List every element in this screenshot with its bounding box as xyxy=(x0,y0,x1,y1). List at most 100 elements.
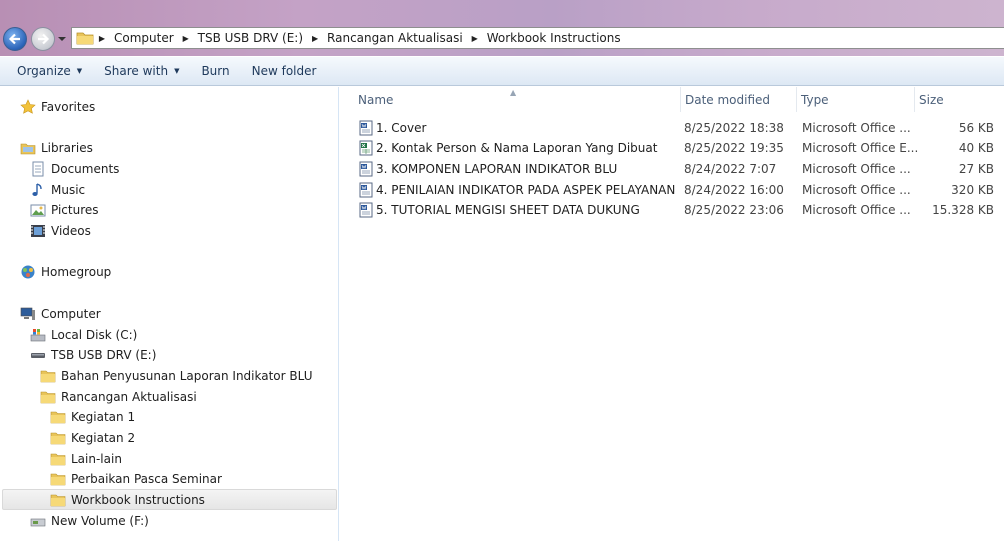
nav-pictures[interactable]: Pictures xyxy=(30,199,99,220)
file-size: 15.328 KB xyxy=(932,203,994,217)
nav-label: Kegiatan 1 xyxy=(71,409,136,424)
chevron-right-icon[interactable]: ▶ xyxy=(467,34,483,43)
nav-label: Music xyxy=(51,182,86,197)
file-name: 3. KOMPONEN LAPORAN INDIKATOR BLU xyxy=(376,162,618,176)
nav-folder-kegiatan-1[interactable]: Kegiatan 1 xyxy=(50,406,135,427)
file-row[interactable]: 2. Kontak Person & Nama Laporan Yang Dib… xyxy=(354,138,994,158)
folder-icon xyxy=(40,391,56,403)
burn-button[interactable]: Burn xyxy=(190,64,240,78)
folder-icon xyxy=(50,494,66,506)
file-size: 27 KB xyxy=(958,162,994,176)
nav-local-disk[interactable]: Local Disk (C:) xyxy=(30,324,137,345)
nav-usb-drive[interactable]: TSB USB DRV (E:) xyxy=(30,344,156,365)
folder-icon xyxy=(50,432,66,444)
share-with-button[interactable]: Share with ▼ xyxy=(93,64,190,78)
column-header-name[interactable]: Name xyxy=(354,87,680,112)
nav-folder-lain-lain[interactable]: Lain-lain xyxy=(50,448,122,469)
nav-label: Computer xyxy=(41,306,101,321)
new-folder-button[interactable]: New folder xyxy=(241,64,328,78)
nav-new-volume[interactable]: New Volume (F:) xyxy=(30,510,149,531)
file-date: 8/24/2022 7:07 xyxy=(684,162,777,176)
column-header-type[interactable]: Type xyxy=(796,87,914,112)
nav-label: Local Disk (C:) xyxy=(51,327,138,342)
nav-libraries[interactable]: Libraries xyxy=(20,137,93,158)
breadcrumb-workbook[interactable]: Workbook Instructions xyxy=(483,31,625,45)
star-icon xyxy=(20,98,36,114)
nav-folder-workbook-selected[interactable]: Workbook Instructions xyxy=(2,489,337,510)
chevron-right-icon[interactable]: ▶ xyxy=(307,34,323,43)
navigation-pane: Favorites Libraries Documents Music Pict… xyxy=(0,87,339,541)
drive-icon xyxy=(30,518,46,526)
nav-folder-bahan[interactable]: Bahan Penyusunan Laporan Indikator BLU xyxy=(40,365,313,386)
file-size: 40 KB xyxy=(958,141,994,155)
back-button[interactable] xyxy=(3,27,27,51)
file-type: Microsoft Office ... xyxy=(802,203,911,217)
file-row[interactable]: 5. TUTORIAL MENGISI SHEET DATA DUKUNG 8/… xyxy=(354,200,994,220)
nav-folder-kegiatan-2[interactable]: Kegiatan 2 xyxy=(50,427,135,448)
recent-pages-dropdown[interactable] xyxy=(57,34,67,44)
chevron-right-icon[interactable]: ▶ xyxy=(178,34,194,43)
homegroup-icon xyxy=(21,265,35,278)
word-doc-icon xyxy=(359,161,373,177)
folder-icon xyxy=(76,32,94,45)
nav-computer[interactable]: Computer xyxy=(20,303,101,324)
window-titlebar: ▶ Computer ▶ TSB USB DRV (E:) ▶ Rancanga… xyxy=(0,0,1004,56)
nav-label: Lain-lain xyxy=(71,451,122,466)
file-size: 56 KB xyxy=(958,121,994,135)
nav-label: Libraries xyxy=(41,140,93,155)
file-row[interactable]: 3. KOMPONEN LAPORAN INDIKATOR BLU 8/24/2… xyxy=(354,159,994,179)
computer-icon xyxy=(20,307,35,320)
chevron-right-icon[interactable]: ▶ xyxy=(94,34,110,43)
folder-icon xyxy=(50,411,66,423)
breadcrumb-usb-drive[interactable]: TSB USB DRV (E:) xyxy=(194,31,307,45)
nav-videos[interactable]: Videos xyxy=(30,220,91,241)
nav-label: Pictures xyxy=(51,202,99,217)
column-header-date[interactable]: Date modified xyxy=(680,87,796,112)
nav-label: Perbaikan Pasca Seminar xyxy=(71,471,222,486)
library-icon xyxy=(20,143,36,154)
nav-label: Videos xyxy=(51,223,91,238)
nav-music[interactable]: Music xyxy=(30,179,85,200)
file-name: 1. Cover xyxy=(376,121,427,135)
file-list-pane: ▲ Name Date modified Type Size 1. Cover … xyxy=(340,87,1004,541)
nav-label: New Volume (F:) xyxy=(51,513,149,528)
nav-label: Workbook Instructions xyxy=(71,492,205,507)
nav-folder-perbaikan[interactable]: Perbaikan Pasca Seminar xyxy=(50,468,222,489)
nav-label: Documents xyxy=(51,161,120,176)
nav-documents[interactable]: Documents xyxy=(30,158,119,179)
file-type: Microsoft Office E... xyxy=(802,141,919,155)
organize-label: Organize xyxy=(17,64,71,78)
word-doc-icon xyxy=(359,202,373,218)
file-name: 4. PENILAIAN INDIKATOR PADA ASPEK PELAYA… xyxy=(376,183,676,197)
share-with-label: Share with xyxy=(104,64,169,78)
nav-homegroup[interactable]: Homegroup xyxy=(20,261,111,282)
nav-label: Homegroup xyxy=(41,264,112,279)
pictures-icon xyxy=(30,204,46,216)
nav-label: Favorites xyxy=(41,99,96,114)
organize-button[interactable]: Organize ▼ xyxy=(0,64,93,78)
column-header-size[interactable]: Size xyxy=(914,87,994,112)
nav-favorites[interactable]: Favorites xyxy=(20,96,95,117)
breadcrumb-computer[interactable]: Computer xyxy=(110,31,178,45)
word-doc-icon xyxy=(359,182,373,198)
file-row[interactable]: 4. PENILAIAN INDIKATOR PADA ASPEK PELAYA… xyxy=(354,180,994,200)
documents-icon xyxy=(32,161,44,176)
nav-label: Bahan Penyusunan Laporan Indikator BLU xyxy=(61,368,313,383)
chevron-down-icon: ▼ xyxy=(174,67,180,75)
file-row[interactable]: 1. Cover 8/25/2022 18:38 Microsoft Offic… xyxy=(354,118,994,138)
arrow-right-icon xyxy=(38,33,50,45)
hard-drive-icon xyxy=(30,328,46,341)
file-date: 8/25/2022 19:35 xyxy=(684,141,784,155)
file-name: 2. Kontak Person & Nama Laporan Yang Dib… xyxy=(376,141,658,155)
nav-label: Kegiatan 2 xyxy=(71,430,136,445)
file-date: 8/24/2022 16:00 xyxy=(684,183,784,197)
forward-button[interactable] xyxy=(31,27,55,51)
music-icon xyxy=(32,182,42,196)
nav-folder-rancangan[interactable]: Rancangan Aktualisasi xyxy=(40,386,197,407)
word-doc-icon xyxy=(359,120,373,136)
excel-doc-icon xyxy=(359,140,373,156)
file-size: 320 KB xyxy=(951,183,994,197)
file-date: 8/25/2022 18:38 xyxy=(684,121,784,135)
breadcrumb-rancangan[interactable]: Rancangan Aktualisasi xyxy=(323,31,467,45)
address-bar[interactable]: ▶ Computer ▶ TSB USB DRV (E:) ▶ Rancanga… xyxy=(71,27,1004,49)
